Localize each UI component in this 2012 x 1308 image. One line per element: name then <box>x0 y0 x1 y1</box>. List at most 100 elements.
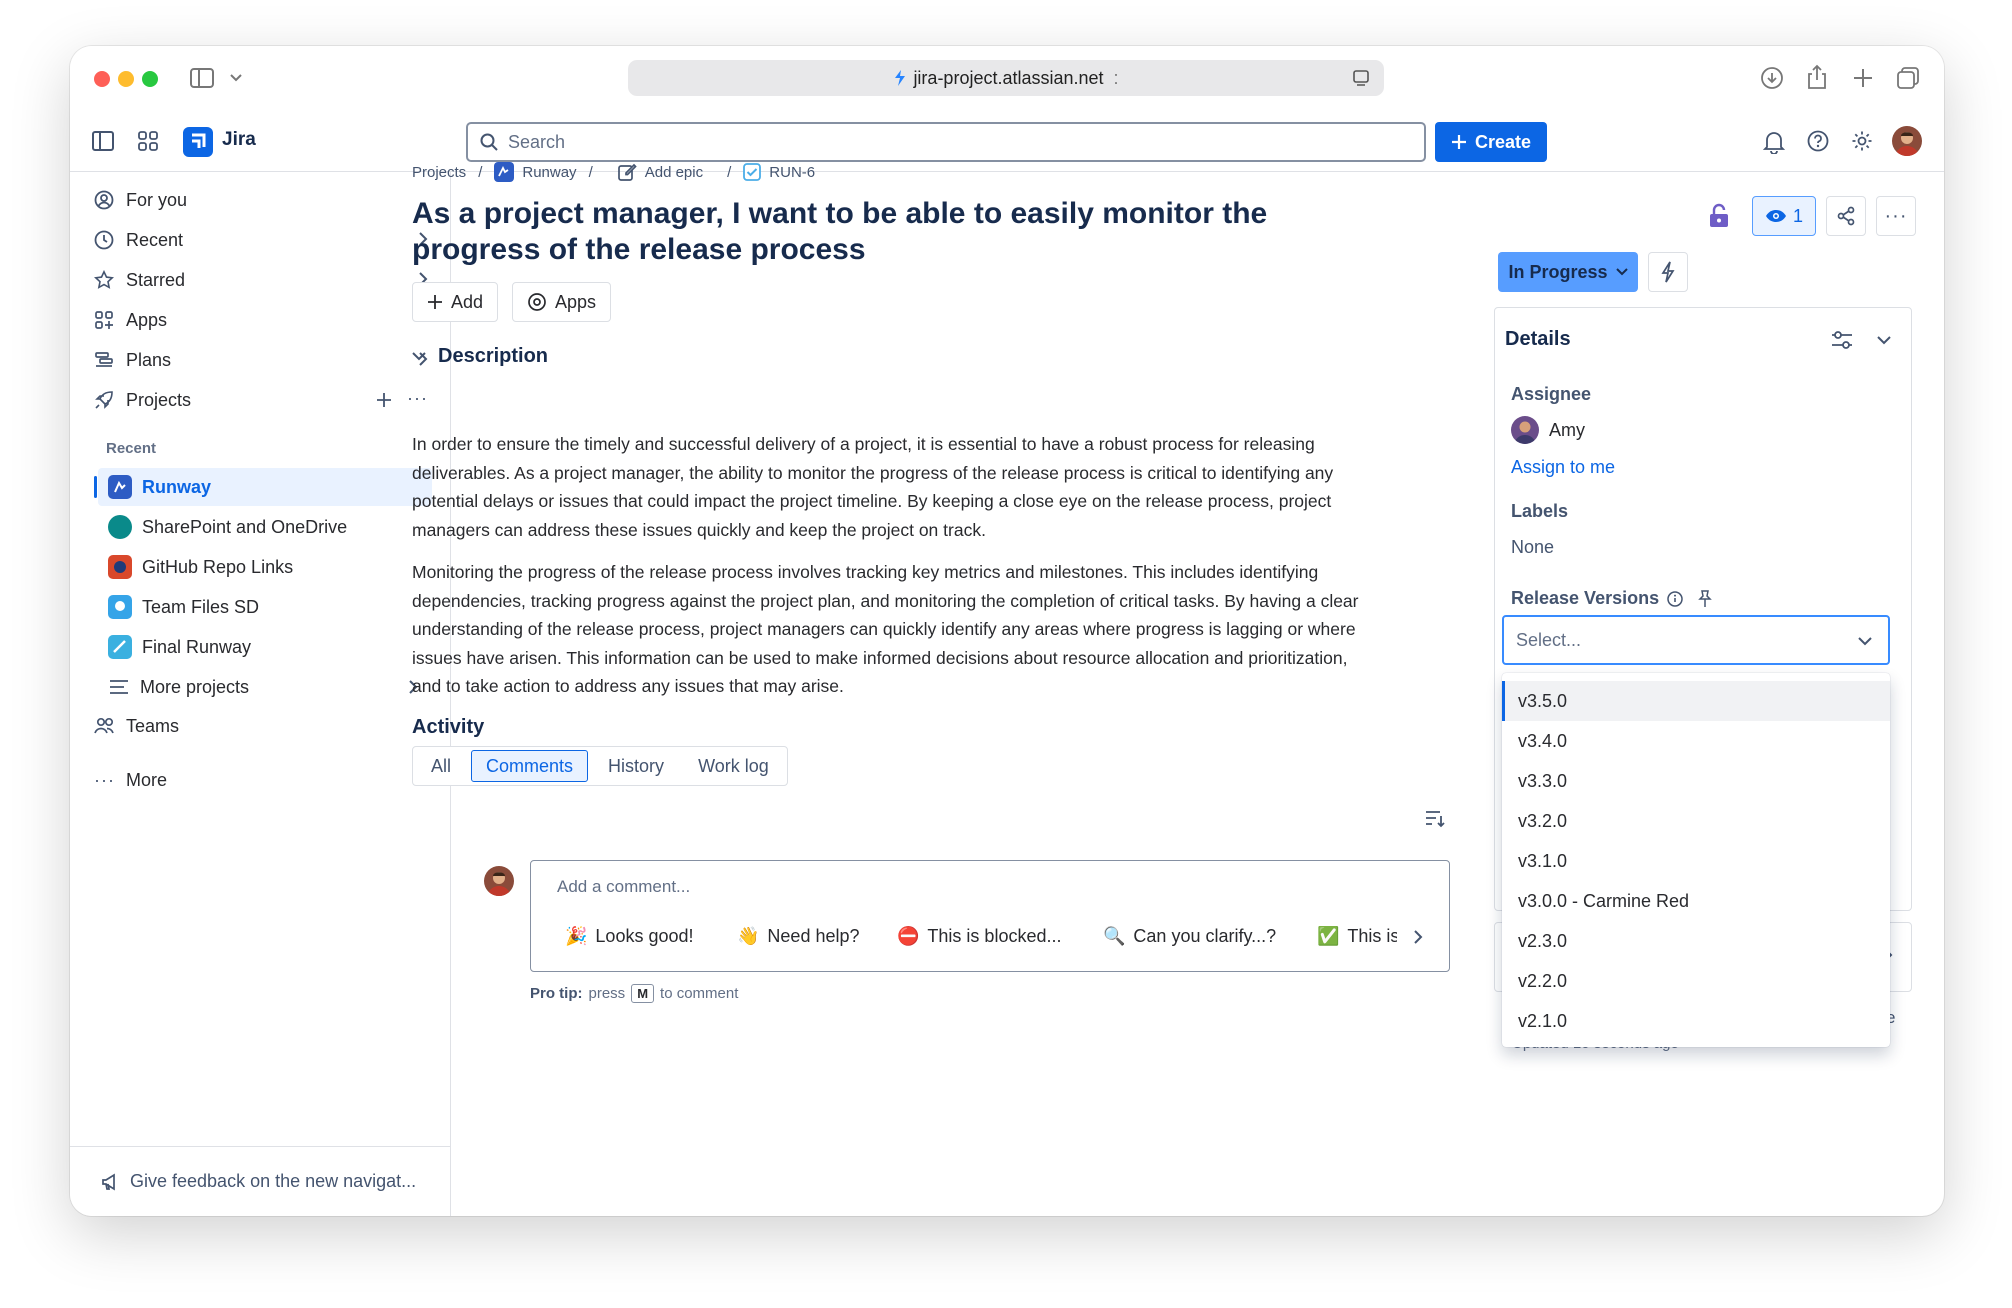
maximize-window-button[interactable] <box>142 71 158 87</box>
settings-gear-icon[interactable] <box>1851 130 1873 152</box>
quick-reply-looks-good[interactable]: 🎉 Looks good! <box>565 919 694 953</box>
sidebar-item-for-you[interactable]: For you <box>82 182 442 218</box>
tab-work-log[interactable]: Work log <box>684 750 783 782</box>
description-paragraph-1[interactable]: In order to ensure the timely and succes… <box>412 430 1362 544</box>
feedback-label: Give feedback on the new navigat... <box>130 1171 417 1191</box>
watch-count: 1 <box>1792 205 1803 226</box>
version-option[interactable]: v2.1.0 <box>1502 1001 1890 1041</box>
configure-fields-icon[interactable] <box>1831 330 1853 350</box>
megaphone-icon <box>100 1172 120 1192</box>
close-window-button[interactable] <box>94 71 110 87</box>
sidebar-item-projects[interactable]: Projects ··· <box>82 382 442 418</box>
share-button[interactable] <box>1826 196 1866 236</box>
add-label: Add <box>451 291 484 312</box>
version-option[interactable]: v3.1.0 <box>1502 841 1890 881</box>
sidebar-more-projects[interactable]: More projects <box>98 668 432 706</box>
breadcrumb-add-epic[interactable]: Add epic <box>645 164 703 181</box>
sidebar-project-sharepoint[interactable]: SharePoint and OneDrive <box>98 508 432 546</box>
sidebar-project-team-files[interactable]: Team Files SD <box>98 588 432 626</box>
tab-comments[interactable]: Comments <box>471 750 589 782</box>
pin-icon[interactable] <box>1697 590 1713 608</box>
tab-history[interactable]: History <box>594 750 678 782</box>
description-heading[interactable]: Description <box>412 345 548 368</box>
download-icon[interactable] <box>1760 66 1784 90</box>
version-option[interactable]: v2.2.0 <box>1502 961 1890 1001</box>
sort-icon[interactable] <box>1424 808 1446 828</box>
version-option[interactable]: v3.2.0 <box>1502 801 1890 841</box>
quick-reply-clarify[interactable]: 🔍 Can you clarify...? <box>1103 919 1276 953</box>
party-emoji-icon: 🎉 <box>565 925 588 946</box>
help-icon[interactable] <box>1807 130 1829 152</box>
issue-title[interactable]: As a project manager, I want to be able … <box>412 196 1362 268</box>
quick-reply-blocked[interactable]: ⛔ This is blocked... <box>897 919 1061 953</box>
breadcrumb-projects[interactable]: Projects <box>412 164 466 181</box>
details-heading[interactable]: Details <box>1505 328 1571 351</box>
breadcrumb-issue-key[interactable]: RUN-6 <box>769 164 815 181</box>
assignee-name[interactable]: Amy <box>1549 420 1585 441</box>
automation-button[interactable] <box>1648 252 1688 292</box>
sidebar-item-teams[interactable]: Teams <box>82 708 442 744</box>
sidebar-project-runway[interactable]: Runway <box>94 468 432 506</box>
quick-reply-need-help[interactable]: 👋 Need help? <box>737 919 860 953</box>
comment-editor[interactable]: Add a comment... 🎉 Looks good! 👋 Need he… <box>530 860 1450 972</box>
share-nodes-icon <box>1836 206 1856 226</box>
more-actions-icon[interactable]: ··· <box>1876 196 1916 236</box>
quick-reply-label: Looks good! <box>595 925 694 946</box>
more-dots-icon: ··· <box>94 769 115 790</box>
status-dropdown-button[interactable]: In Progress <box>1498 252 1638 292</box>
url-text: jira-project.atlassian.net <box>913 67 1104 88</box>
user-avatar[interactable] <box>1892 126 1922 156</box>
lock-icon[interactable] <box>1708 203 1730 229</box>
chevron-right-icon[interactable] <box>1413 929 1423 945</box>
share-icon[interactable] <box>1806 64 1828 90</box>
sidebar-item-starred[interactable]: Starred <box>82 262 442 298</box>
search-input[interactable]: Search <box>466 122 1426 162</box>
add-project-plus-icon[interactable] <box>376 392 392 408</box>
description-paragraph-2[interactable]: Monitoring the progress of the release p… <box>412 558 1362 701</box>
sidebar-item-more[interactable]: ··· More <box>82 762 442 798</box>
watch-button[interactable]: 1 <box>1752 196 1816 236</box>
sidebar-project-final-runway[interactable]: Final Runway <box>98 628 432 666</box>
search-placeholder: Search <box>508 131 566 152</box>
pro-tip-rest: to comment <box>660 985 739 1002</box>
release-versions-select[interactable]: Select... <box>1502 615 1890 665</box>
sidebar-toggle-icon[interactable] <box>190 68 214 88</box>
app-switcher-icon[interactable] <box>138 131 158 151</box>
comment-placeholder: Add a comment... <box>557 877 691 896</box>
create-button[interactable]: Create <box>1435 122 1547 162</box>
version-option[interactable]: v2.3.0 <box>1502 921 1890 961</box>
version-option[interactable]: v3.5.0 <box>1502 681 1890 721</box>
chevron-down-icon[interactable] <box>1877 336 1891 346</box>
quick-reply-this-is[interactable]: ✅ This is <box>1317 919 1397 953</box>
collapse-sidebar-icon[interactable] <box>92 131 114 151</box>
app-name[interactable]: Jira <box>222 129 256 151</box>
give-feedback-link[interactable]: Give feedback on the new navigat... <box>70 1146 450 1216</box>
version-option[interactable]: v3.0.0 - Carmine Red <box>1502 881 1890 921</box>
tab-overview-icon[interactable] <box>1896 66 1920 90</box>
notifications-bell-icon[interactable] <box>1763 130 1785 154</box>
sidebar-item-recent[interactable]: Recent <box>82 222 442 258</box>
jira-logo-icon[interactable] <box>183 127 213 157</box>
chevron-down-icon <box>412 351 426 362</box>
tab-all[interactable]: All <box>417 750 465 782</box>
reader-icon[interactable] <box>1352 69 1370 87</box>
new-tab-icon[interactable] <box>1852 67 1874 89</box>
minimize-window-button[interactable] <box>118 71 134 87</box>
sidebar-item-apps[interactable]: Apps <box>82 302 442 338</box>
labels-value[interactable]: None <box>1511 537 1554 558</box>
chevron-down-icon[interactable] <box>230 74 242 82</box>
quick-reply-label: This is <box>1347 925 1397 946</box>
sidebar-project-github[interactable]: GitHub Repo Links <box>98 548 432 586</box>
rocket-icon <box>94 390 122 410</box>
version-option[interactable]: v3.4.0 <box>1502 721 1890 761</box>
version-option[interactable]: v3.3.0 <box>1502 761 1890 801</box>
assign-to-me-link[interactable]: Assign to me <box>1511 457 1615 478</box>
sidebar-item-plans[interactable]: Plans <box>82 342 442 378</box>
add-button[interactable]: Add <box>412 282 499 322</box>
breadcrumb-runway[interactable]: Runway <box>522 164 576 181</box>
address-bar[interactable]: jira-project.atlassian.net : <box>628 60 1384 96</box>
projects-more-icon[interactable]: ··· <box>407 388 428 409</box>
assignee-label: Assignee <box>1511 384 1592 404</box>
apps-button[interactable]: Apps <box>512 282 612 322</box>
info-icon[interactable] <box>1667 591 1683 607</box>
